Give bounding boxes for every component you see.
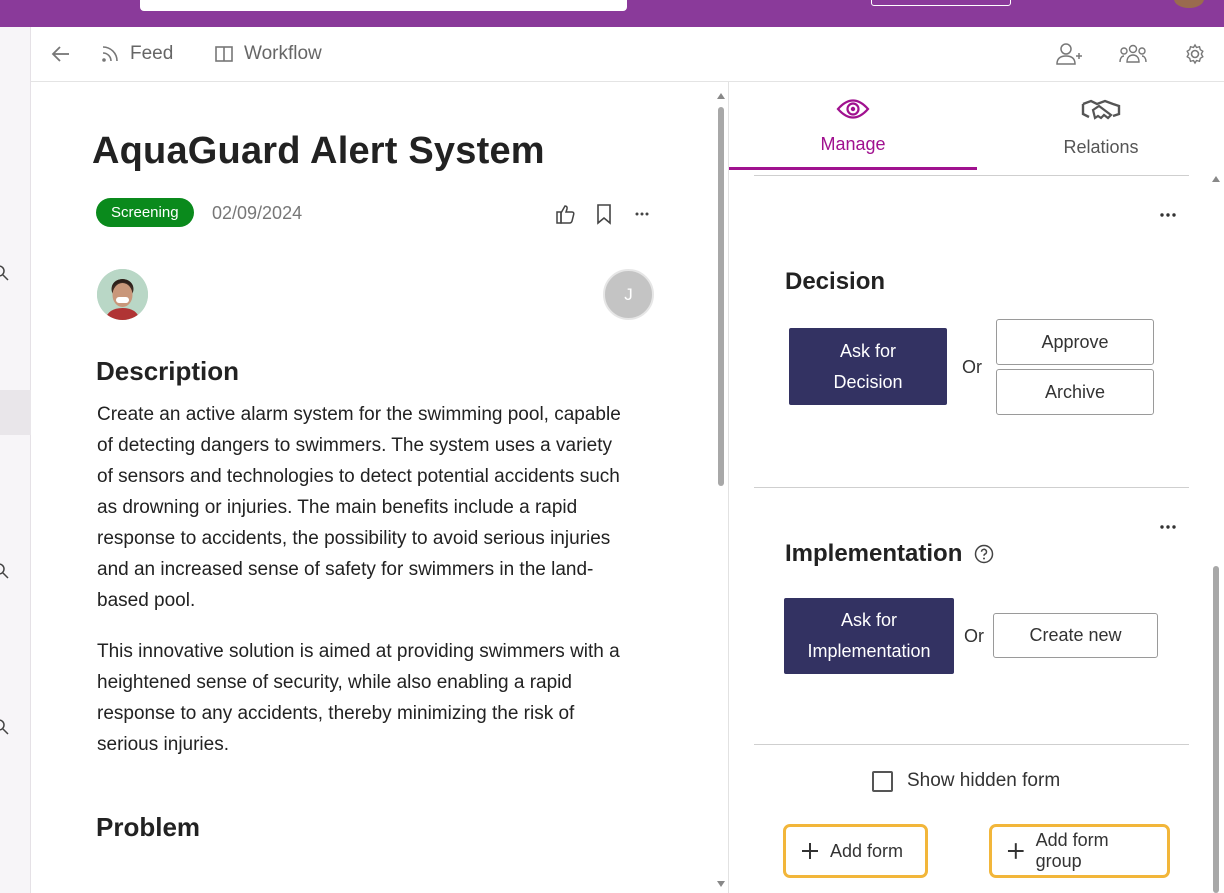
ask-for-implementation-button[interactable]: Ask for Implementation: [784, 598, 954, 674]
idea-content-pane: AquaGuard Alert System Screening 02/09/2…: [31, 82, 728, 893]
app-top-bar: [0, 0, 1224, 27]
decision-title-label: Decision: [785, 268, 886, 295]
global-search-input[interactable]: [140, 0, 627, 11]
settings-button[interactable]: [1184, 27, 1206, 81]
like-button[interactable]: [554, 202, 578, 226]
more-icon: [1160, 213, 1176, 217]
archive-button[interactable]: Archive: [996, 369, 1154, 415]
management-scrollbar-thumb[interactable]: [1213, 566, 1219, 893]
author-avatar[interactable]: [97, 269, 148, 320]
left-rail: [0, 27, 31, 893]
content-scrollbar-thumb[interactable]: [718, 107, 724, 486]
tab-relations[interactable]: Relations: [977, 82, 1224, 170]
implementation-or-label: Or: [964, 626, 984, 646]
status-badge[interactable]: Screening: [96, 198, 194, 227]
arrow-left-icon: [51, 46, 69, 62]
columns-icon: [213, 43, 235, 65]
tab-manage[interactable]: Manage: [729, 82, 977, 170]
description-paragraph-2: This innovative solution is aimed at pro…: [97, 641, 620, 755]
section-divider: [754, 487, 1189, 488]
approve-button[interactable]: Approve: [996, 319, 1154, 365]
sub-navigation: Feed Workflow: [31, 27, 1224, 82]
tab-relations-label: Relations: [1063, 137, 1139, 157]
add-form-group-button[interactable]: Add form group: [989, 824, 1170, 878]
description-heading: Description: [96, 356, 240, 386]
section-divider: [754, 175, 1189, 176]
search-icon[interactable]: [0, 563, 9, 579]
thumbs-up-icon: [556, 205, 575, 224]
more-button[interactable]: [630, 202, 654, 226]
decision-or-label: Or: [962, 357, 982, 377]
team-button[interactable]: [1119, 27, 1147, 81]
assignee-avatar[interactable]: J: [603, 269, 654, 320]
rss-icon: [99, 43, 121, 65]
add-user-icon: [1056, 43, 1082, 65]
implementation-title-label: Implementation: [785, 540, 963, 567]
top-bar-button[interactable]: [871, 0, 1011, 6]
section-divider: [754, 744, 1189, 745]
idea-date: 02/09/2024: [212, 203, 303, 223]
help-icon[interactable]: [974, 544, 994, 564]
more-icon: [1160, 525, 1176, 529]
tab-feed[interactable]: Feed: [99, 27, 173, 81]
implementation-title: Implementation: [785, 540, 994, 568]
show-hidden-form-checkbox[interactable]: [872, 770, 893, 792]
plus-icon: [802, 843, 818, 859]
team-icon: [1119, 44, 1147, 63]
idea-actions: [554, 202, 654, 226]
tab-manage-label: Manage: [820, 134, 886, 154]
handshake-icon: [1081, 98, 1121, 129]
search-icon[interactable]: [0, 719, 9, 735]
implementation-more-button[interactable]: [1159, 514, 1177, 535]
management-scrollbar[interactable]: [1207, 174, 1224, 893]
add-form-button[interactable]: Add form: [783, 824, 928, 878]
decision-title: Decision: [785, 268, 885, 296]
page-title: AquaGuard Alert System: [92, 130, 545, 172]
ask-for-decision-button[interactable]: Ask for Decision: [789, 328, 947, 405]
more-icon: [635, 212, 649, 216]
problem-heading: Problem: [96, 812, 201, 842]
user-avatar[interactable]: [1174, 0, 1204, 8]
eye-icon: [836, 97, 870, 126]
decision-more-button[interactable]: [1159, 202, 1177, 223]
show-hidden-form-toggle[interactable]: Show hidden form: [872, 770, 1060, 792]
content-scrollbar[interactable]: [712, 93, 728, 893]
description-paragraph-1: Create an active alarm system for the sw…: [97, 404, 621, 611]
left-rail-selected-item[interactable]: [0, 390, 31, 435]
bookmark-button[interactable]: [592, 202, 616, 226]
management-pane: Manage Relations Decision Ask for Decisi…: [728, 82, 1224, 893]
plus-icon: [1007, 843, 1024, 859]
bookmark-icon: [597, 204, 611, 225]
add-user-button[interactable]: [1055, 27, 1083, 81]
search-icon[interactable]: [0, 265, 9, 281]
add-form-label: Add form: [830, 840, 904, 861]
back-button[interactable]: [50, 27, 72, 81]
tab-workflow[interactable]: Workflow: [213, 27, 322, 81]
tab-workflow-label: Workflow: [244, 43, 322, 64]
add-form-group-label: Add form group: [1035, 830, 1109, 871]
tab-feed-label: Feed: [130, 43, 174, 64]
gear-icon: [1186, 43, 1204, 65]
show-hidden-form-label: Show hidden form: [907, 770, 1061, 791]
create-new-button[interactable]: Create new: [993, 613, 1158, 658]
